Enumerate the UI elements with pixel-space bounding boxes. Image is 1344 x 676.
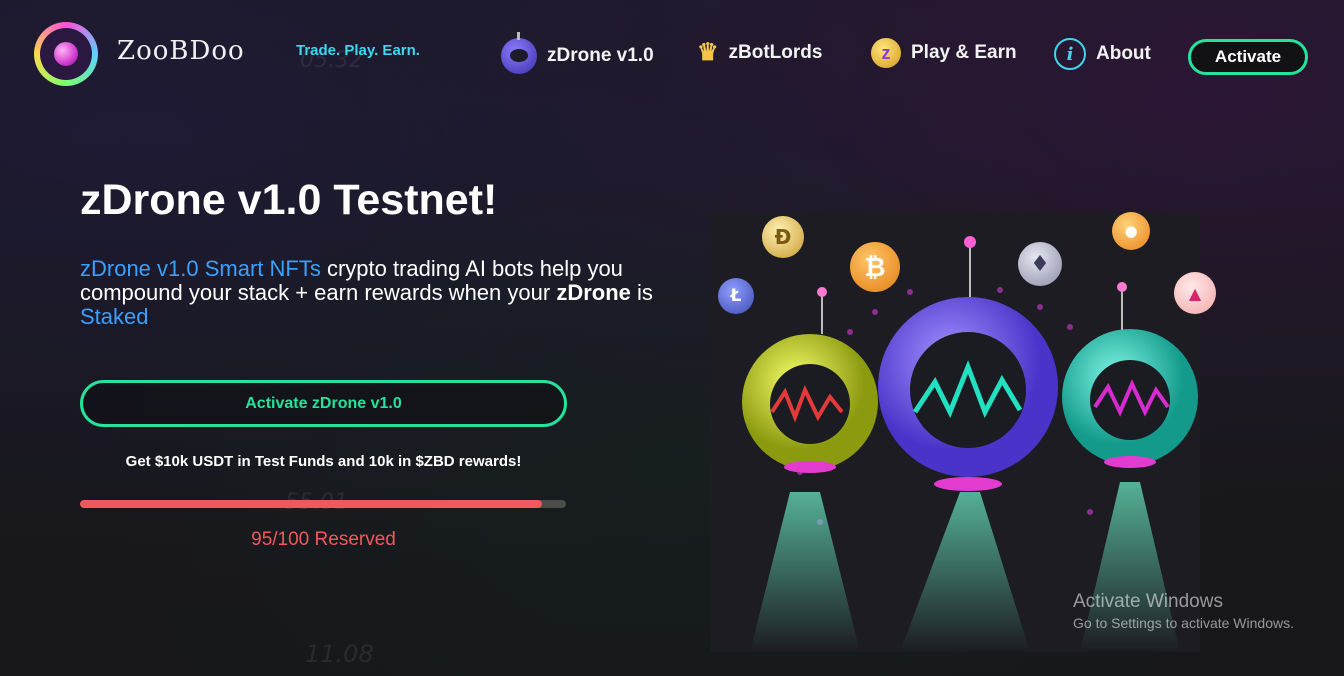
crown-icon: ♛ bbox=[697, 39, 719, 66]
shiba-coin-icon: ● bbox=[1112, 212, 1150, 250]
nav-item-zdrone[interactable]: zDrone v1.0 bbox=[501, 32, 654, 74]
desc-highlight: Staked bbox=[80, 304, 149, 329]
activate-zdrone-button[interactable]: Activate zDrone v1.0 bbox=[80, 380, 567, 427]
nav-item-label: Play & Earn bbox=[911, 42, 1017, 63]
nav-item-about[interactable]: i About bbox=[1054, 38, 1151, 70]
pink-token-icon: ▲ bbox=[1174, 272, 1216, 314]
page: 05.32 55.01 11.08 ZooBDoo Trade. Play. E… bbox=[0, 0, 1344, 676]
windows-title: Activate Windows bbox=[1073, 591, 1223, 612]
logo-orb-icon bbox=[54, 42, 78, 66]
progress-fill bbox=[80, 500, 542, 508]
nav-item-zbotlords[interactable]: ♛ zBotLords bbox=[697, 38, 822, 67]
doge-coin-icon: Ð bbox=[762, 216, 804, 258]
drone-icon bbox=[501, 32, 537, 74]
ethereum-coin-icon: ♦ bbox=[1018, 242, 1062, 286]
windows-activation-watermark: Activate Windows Go to Settings to activ… bbox=[1073, 591, 1294, 631]
nav-item-label: About bbox=[1096, 43, 1151, 64]
desc-text: is bbox=[630, 280, 653, 305]
nav-item-label: zDrone v1.0 bbox=[547, 45, 654, 66]
activate-button[interactable]: Activate bbox=[1188, 39, 1308, 75]
reservation-progress-bar bbox=[80, 500, 566, 508]
page-title: zDrone v1.0 Testnet! bbox=[80, 176, 498, 224]
nav-item-play-earn[interactable]: z Play & Earn bbox=[871, 38, 1017, 68]
bitcoin-coin-icon: ₿ bbox=[850, 242, 900, 292]
tagline: Trade. Play. Earn. bbox=[296, 42, 420, 59]
z-coin-icon: z bbox=[871, 38, 901, 68]
zdrone-robots-illustration: Ð ₿ Ł ♦ ● ▲ bbox=[710, 212, 1216, 652]
promo-text: Get $10k USDT in Test Funds and 10k in $… bbox=[125, 453, 522, 470]
brand-name[interactable]: ZooBDoo bbox=[117, 36, 245, 66]
zoobdoo-logo[interactable] bbox=[34, 22, 98, 86]
robots-artwork bbox=[710, 212, 1200, 652]
litecoin-coin-icon: Ł bbox=[718, 278, 754, 314]
background-figure: 11.08 bbox=[305, 640, 374, 668]
desc-bold: zDrone bbox=[556, 280, 631, 305]
hero-description: zDrone v1.0 Smart NFTs crypto trading AI… bbox=[80, 257, 680, 329]
reserved-count: 95/100 Reserved bbox=[251, 529, 396, 550]
windows-subtitle: Go to Settings to activate Windows. bbox=[1073, 615, 1294, 631]
desc-highlight: zDrone v1.0 Smart NFTs bbox=[80, 256, 321, 281]
nav-item-label: zBotLords bbox=[728, 41, 823, 63]
info-icon: i bbox=[1054, 38, 1086, 70]
